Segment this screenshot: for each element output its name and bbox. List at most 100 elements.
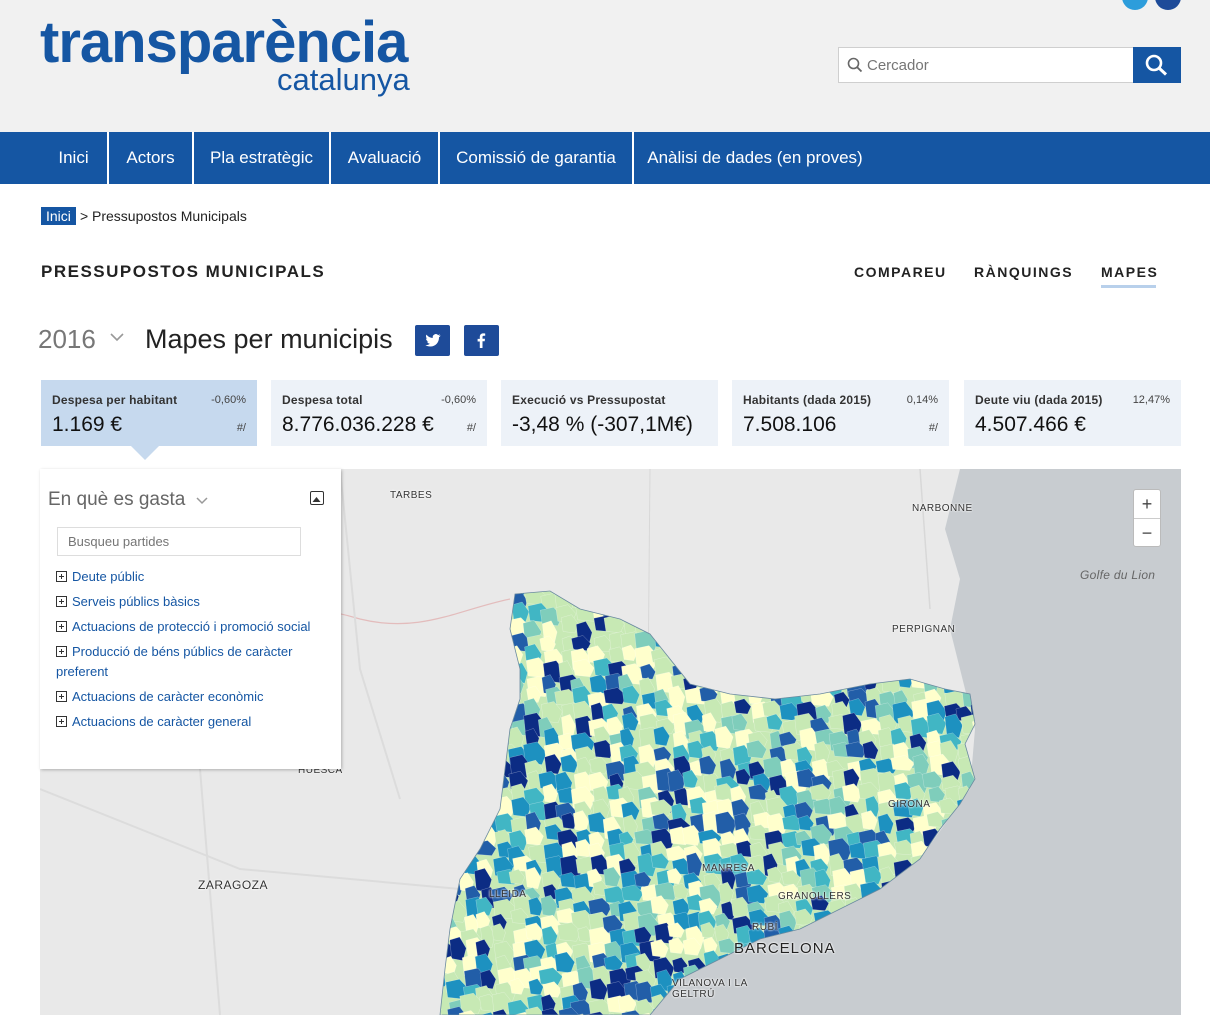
panel-title[interactable]: En què es gasta <box>48 489 185 511</box>
expand-icon[interactable] <box>56 716 67 727</box>
municipality-cell[interactable] <box>427 924 449 947</box>
nav-item-pla-estrategic[interactable]: Pla estratègic <box>194 132 329 184</box>
nav-item-avaluacio[interactable]: Avaluació <box>331 132 438 184</box>
municipality-cell[interactable] <box>448 588 466 610</box>
municipality-cell[interactable] <box>908 592 924 612</box>
category-item[interactable]: Actuacions de caràcter general <box>56 712 336 732</box>
municipality-cell[interactable] <box>650 572 669 590</box>
municipality-cell[interactable] <box>911 647 933 669</box>
municipality-cell[interactable] <box>480 573 497 595</box>
municipality-cell[interactable] <box>427 997 442 1015</box>
municipality-cell[interactable] <box>780 592 797 610</box>
stat-card-despesa-total[interactable]: Despesa total -0,60% 8.776.036.228 € #/ <box>271 380 487 446</box>
nav-item-analisi[interactable]: Anàlisi de dades (en proves) <box>634 132 876 184</box>
municipality-cell[interactable] <box>447 688 472 713</box>
municipality-cell[interactable] <box>429 717 452 741</box>
municipality-cell[interactable] <box>458 812 475 831</box>
municipality-cell[interactable] <box>474 718 495 735</box>
category-label[interactable]: Actuacions de caràcter econòmic <box>72 689 263 704</box>
municipality-cell[interactable] <box>797 648 817 673</box>
category-item[interactable]: Serveis públics bàsics <box>56 592 336 612</box>
municipality-cell[interactable] <box>461 770 482 790</box>
municipality-cell[interactable] <box>429 867 444 886</box>
municipality-cell[interactable] <box>461 829 482 846</box>
expand-icon[interactable] <box>56 621 67 632</box>
share-twitter-button[interactable] <box>415 325 450 356</box>
municipality-cell[interactable] <box>924 648 948 667</box>
municipality-cell[interactable] <box>561 573 583 598</box>
municipality-cell[interactable] <box>621 587 637 610</box>
municipality-cell[interactable] <box>783 658 808 681</box>
municipality-cell[interactable] <box>831 656 855 674</box>
municipality-cell[interactable] <box>749 576 773 600</box>
stat-link[interactable]: #/ <box>467 422 476 434</box>
municipality-cell[interactable] <box>592 575 613 592</box>
expand-icon[interactable] <box>56 596 67 607</box>
municipality-cell[interactable] <box>705 592 723 613</box>
municipality-cell[interactable] <box>433 813 451 832</box>
municipality-cell[interactable] <box>924 576 942 596</box>
municipality-cell[interactable] <box>698 620 716 641</box>
municipality-cell[interactable] <box>716 642 741 665</box>
municipality-cell[interactable] <box>673 573 692 592</box>
municipality-cell[interactable] <box>429 617 447 642</box>
municipality-cell[interactable] <box>474 775 494 796</box>
municipality-cell[interactable] <box>720 616 738 636</box>
municipality-cell[interactable] <box>704 634 729 655</box>
municipality-cell[interactable] <box>443 628 460 651</box>
municipality-cell[interactable] <box>811 601 836 624</box>
municipality-cell[interactable] <box>816 588 836 606</box>
municipality-cell[interactable] <box>768 591 790 613</box>
municipality-cell[interactable] <box>463 658 485 675</box>
municipality-cell[interactable] <box>651 605 667 623</box>
municipality-cell[interactable] <box>444 733 469 749</box>
municipality-cell[interactable] <box>443 703 467 728</box>
municipality-cell[interactable] <box>539 575 562 593</box>
municipality-cell[interactable] <box>764 630 784 655</box>
municipality-cell[interactable] <box>721 601 737 620</box>
category-label[interactable]: Deute públic <box>72 569 144 584</box>
tab-ranquings[interactable]: RÀNQUINGS <box>974 264 1073 280</box>
municipality-cell[interactable] <box>433 789 454 806</box>
municipality-cell[interactable] <box>670 642 693 661</box>
municipality-cell[interactable] <box>736 573 752 589</box>
municipality-cell[interactable] <box>496 662 519 679</box>
municipality-cell[interactable] <box>842 631 866 648</box>
municipality-cell[interactable] <box>814 659 838 676</box>
category-label[interactable]: Serveis públics bàsics <box>72 594 200 609</box>
nav-item-actors[interactable]: Actors <box>109 132 192 184</box>
expand-icon[interactable] <box>56 691 67 702</box>
municipality-cell[interactable] <box>682 601 701 619</box>
municipality-cell[interactable] <box>686 590 711 606</box>
municipality-cell[interactable] <box>763 619 784 642</box>
municipality-cell[interactable] <box>830 604 847 624</box>
municipality-cell[interactable] <box>460 760 485 777</box>
municipality-cell[interactable] <box>815 576 837 594</box>
municipality-cell[interactable] <box>781 647 806 668</box>
nav-item-inici[interactable]: Inici <box>40 132 107 184</box>
municipality-cell[interactable] <box>815 630 834 652</box>
municipality-cell[interactable] <box>874 591 889 615</box>
municipality-cell[interactable] <box>429 843 453 860</box>
municipality-cell[interactable] <box>735 588 753 605</box>
municipality-cell[interactable] <box>475 704 499 728</box>
municipality-cell[interactable] <box>923 587 940 608</box>
municipality-cell[interactable] <box>448 838 467 861</box>
municipality-cell[interactable] <box>432 768 453 793</box>
municipality-cell[interactable] <box>427 759 449 780</box>
municipality-cell[interactable] <box>476 601 501 624</box>
municipality-cell[interactable] <box>749 673 774 691</box>
municipality-cell[interactable] <box>879 658 898 675</box>
municipality-cell[interactable] <box>447 577 463 599</box>
municipality-cell[interactable] <box>928 657 948 677</box>
municipality-cell[interactable] <box>849 591 872 608</box>
zoom-out-button[interactable]: − <box>1134 519 1160 547</box>
municipality-cell[interactable] <box>634 589 651 614</box>
municipality-cell[interactable] <box>865 621 889 643</box>
municipality-cell[interactable] <box>858 642 876 665</box>
municipality-cell[interactable] <box>842 575 861 593</box>
nav-item-comissio[interactable]: Comissió de garantia <box>440 132 632 184</box>
municipality-cell[interactable] <box>734 615 755 637</box>
municipality-cell[interactable] <box>434 669 455 693</box>
municipality-cell[interactable] <box>762 603 784 626</box>
